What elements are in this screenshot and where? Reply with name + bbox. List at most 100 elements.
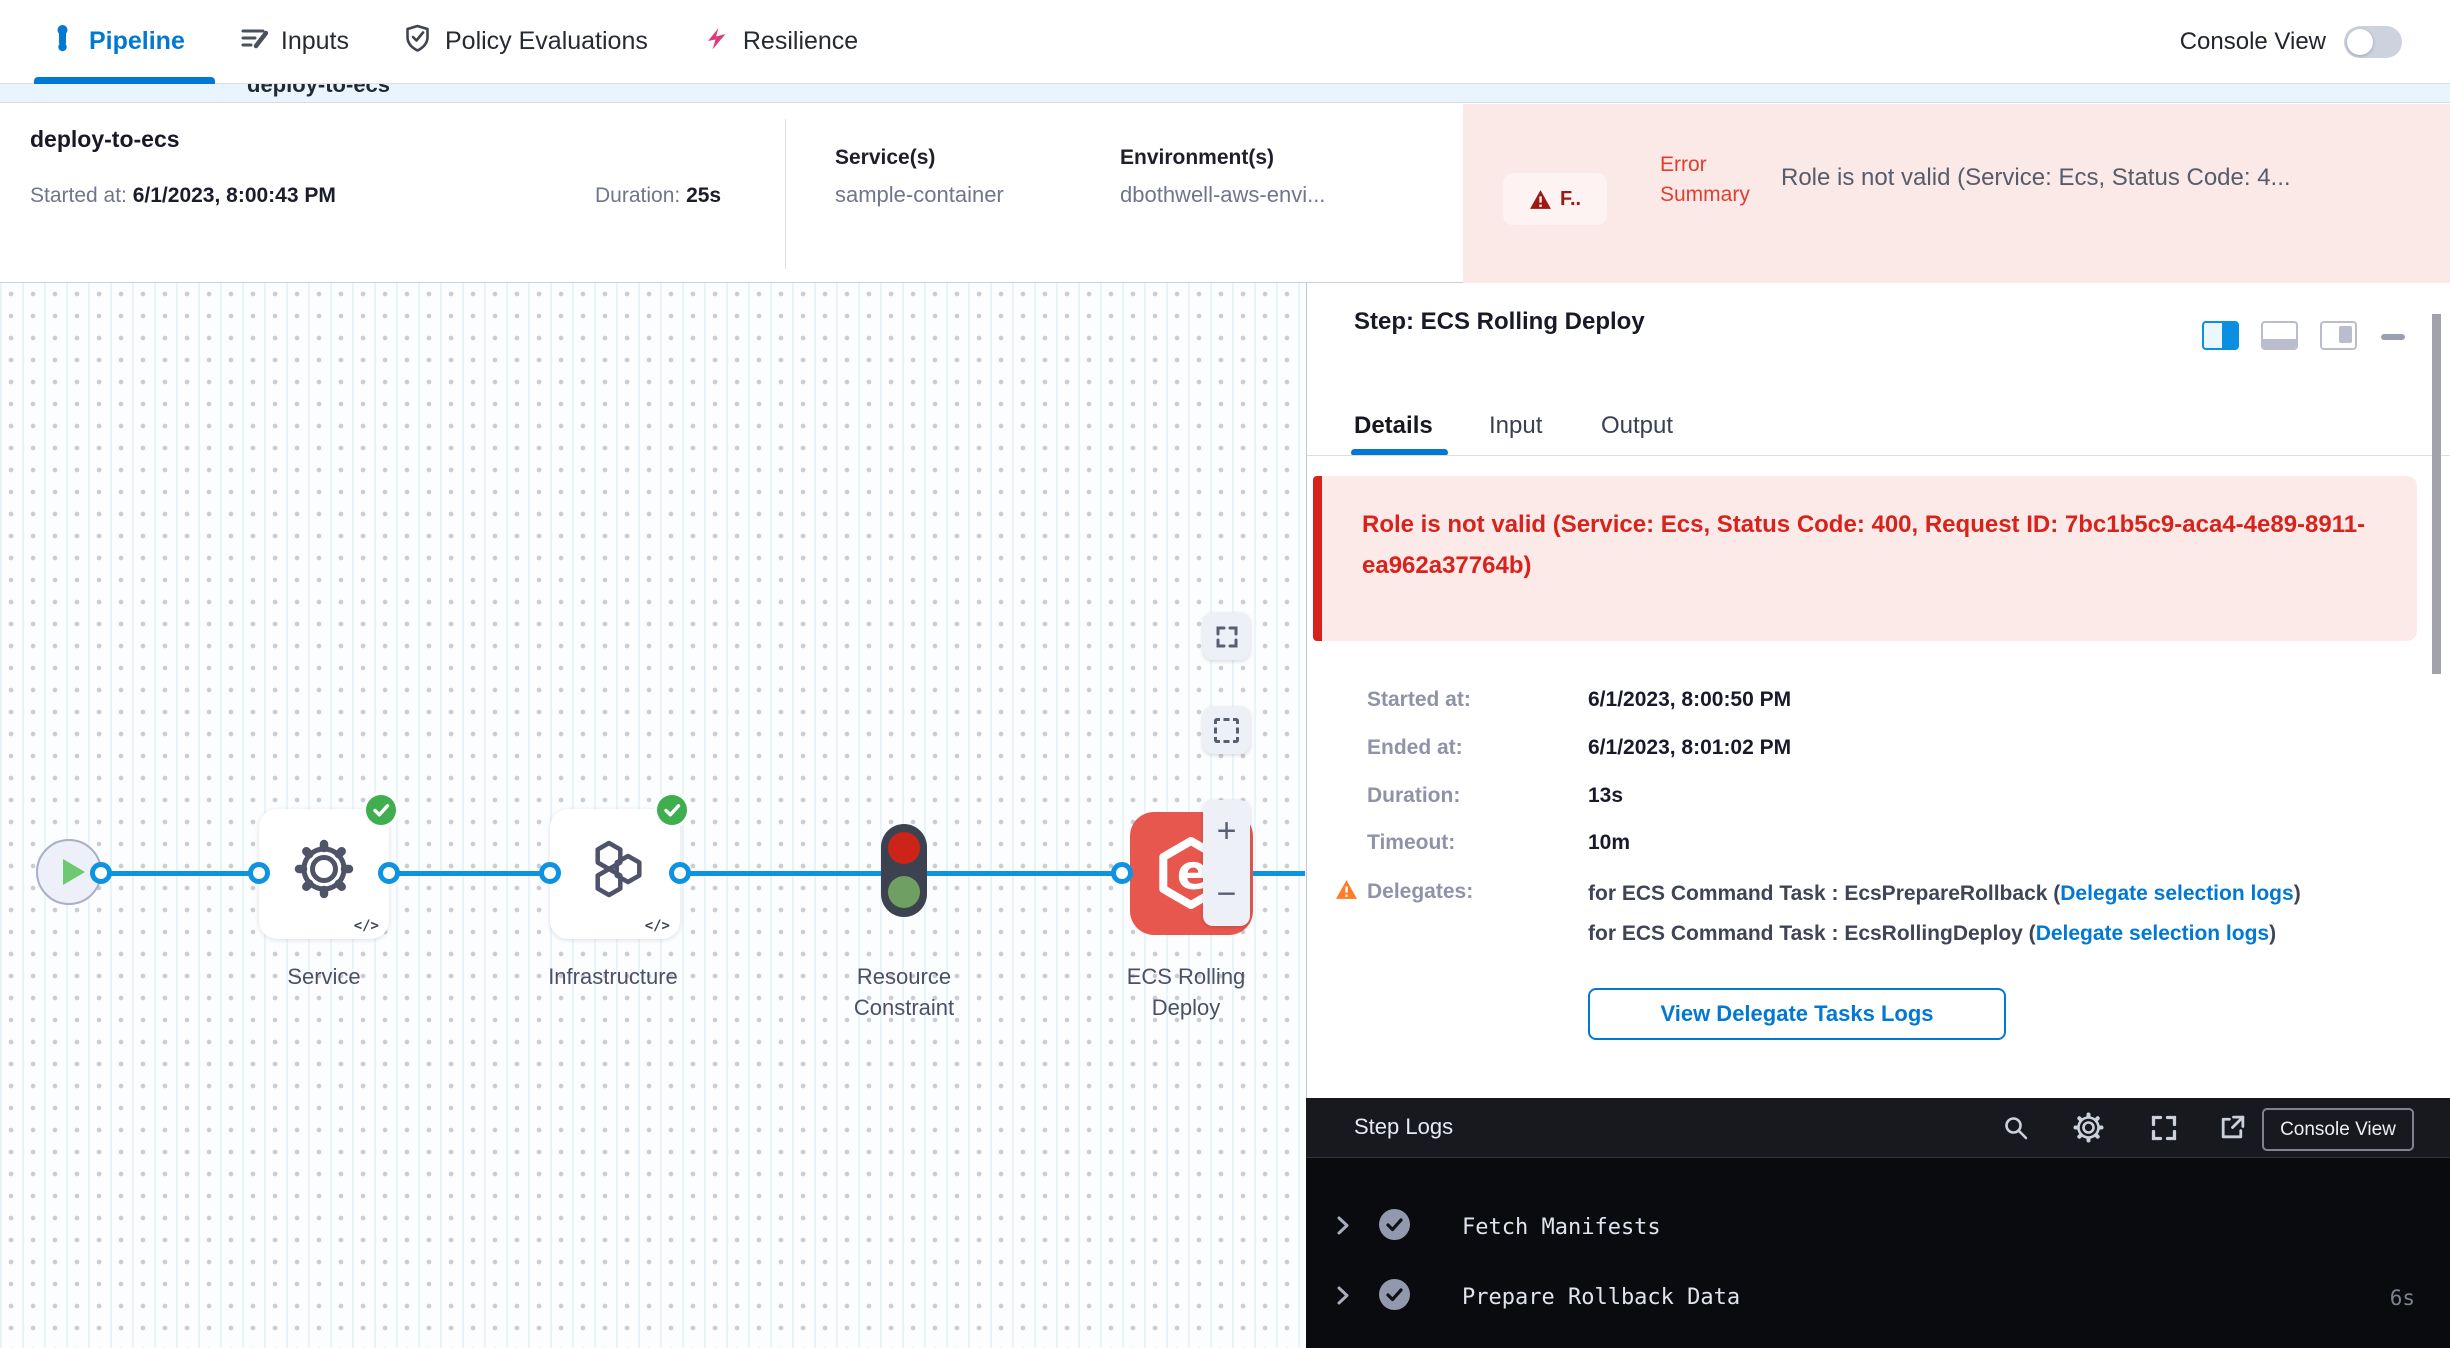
expand-chevron-icon[interactable] bbox=[1330, 1212, 1355, 1239]
step-logs-title: Step Logs bbox=[1354, 1114, 1453, 1140]
services-value[interactable]: sample-container bbox=[835, 182, 1004, 208]
log-row-prepare-rollback-data[interactable]: Prepare Rollback Data bbox=[1462, 1285, 1740, 1310]
delegate-task-2-text: for ECS Command Task : EcsRollingDeploy … bbox=[1588, 922, 2036, 945]
marquee-select-button[interactable] bbox=[1203, 707, 1250, 754]
tab-pipeline[interactable]: Pipeline bbox=[48, 24, 185, 59]
node-infrastructure[interactable]: </> bbox=[550, 809, 680, 939]
expand-logs-icon[interactable] bbox=[2150, 1114, 2178, 1142]
tab-details[interactable]: Details bbox=[1354, 412, 1433, 440]
search-icon[interactable] bbox=[2002, 1114, 2030, 1142]
edge-connector bbox=[669, 862, 691, 884]
toggle-knob bbox=[2347, 29, 2373, 55]
panel-scrollbar[interactable] bbox=[2432, 314, 2441, 674]
pipeline-name: deploy-to-ecs bbox=[30, 126, 180, 153]
step-error-banner: Role is not valid (Service: Ecs, Status … bbox=[1313, 476, 2417, 641]
success-badge bbox=[657, 795, 687, 825]
edge-connector bbox=[90, 862, 112, 884]
pipeline-icon bbox=[48, 24, 76, 59]
log-row-fetch-manifests[interactable]: Fetch Manifests bbox=[1462, 1215, 1661, 1240]
node-label-ecs: ECS Rolling Deploy bbox=[1106, 961, 1266, 1023]
clipped-title: deploy-to-ecs bbox=[247, 84, 2450, 98]
failed-warning-icon bbox=[1529, 189, 1552, 210]
scrolled-content-strip: deploy-to-ecs bbox=[0, 84, 2450, 103]
layout-right-panel-button[interactable] bbox=[2202, 321, 2239, 350]
resilience-icon bbox=[702, 24, 730, 60]
tabs-divider bbox=[1307, 455, 2450, 456]
minimize-panel-button[interactable] bbox=[2381, 334, 2405, 340]
zoom-in-button[interactable]: + bbox=[1203, 800, 1250, 863]
success-badge bbox=[366, 795, 396, 825]
node-resource-constraint[interactable] bbox=[881, 824, 927, 917]
logs-console-view-button[interactable]: Console View bbox=[2262, 1108, 2414, 1151]
error-summary-section: F.. Error Summary Role is not valid (Ser… bbox=[1463, 104, 2450, 283]
delegate-selection-logs-link[interactable]: Delegate selection logs bbox=[2060, 882, 2293, 905]
inputs-icon bbox=[239, 24, 268, 60]
traffic-light-red bbox=[888, 832, 920, 864]
delegate-task-2: for ECS Command Task : EcsRollingDeploy … bbox=[1588, 918, 2336, 949]
step-ended-label: Ended at: bbox=[1367, 736, 1463, 760]
top-nav: Pipeline Inputs Policy E bbox=[0, 0, 2450, 84]
step-duration-label: Duration: bbox=[1367, 784, 1460, 808]
tab-policy-evaluations[interactable]: Policy Evaluations bbox=[403, 23, 648, 60]
node-service[interactable]: </> bbox=[259, 809, 389, 939]
console-view-control: Console View bbox=[2180, 26, 2402, 58]
delegate-selection-logs-link[interactable]: Delegate selection logs bbox=[2036, 922, 2269, 945]
step-started-label: Started at: bbox=[1367, 688, 1471, 712]
fit-to-screen-button[interactable] bbox=[1203, 613, 1250, 660]
tab-inputs-label: Inputs bbox=[281, 27, 349, 56]
log-step-success-icon bbox=[1379, 1279, 1410, 1310]
log-settings-gear-icon[interactable] bbox=[2072, 1111, 2105, 1144]
tab-input[interactable]: Input bbox=[1489, 412, 1542, 440]
tab-output[interactable]: Output bbox=[1601, 412, 1673, 440]
log-row-duration: 6s bbox=[2340, 1286, 2415, 1310]
marquee-icon bbox=[1214, 718, 1239, 743]
environments-value[interactable]: dbothwell-aws-envi... bbox=[1120, 182, 1325, 208]
zoom-control: + − bbox=[1203, 800, 1250, 926]
started-at-value: 6/1/2023, 8:00:43 PM bbox=[133, 184, 336, 207]
edge-connector bbox=[539, 862, 561, 884]
tab-policy-evaluations-label: Policy Evaluations bbox=[445, 27, 648, 56]
pipeline-canvas[interactable]: </> </> bbox=[0, 283, 1305, 1348]
duration: Duration: 25s bbox=[595, 184, 721, 208]
step-ended-value: 6/1/2023, 8:01:02 PM bbox=[1588, 736, 1791, 760]
view-delegate-tasks-logs-button[interactable]: View Delegate Tasks Logs bbox=[1588, 988, 2006, 1040]
layout-bottom-panel-button[interactable] bbox=[2261, 321, 2298, 350]
delegate-task-1: for ECS Command Task : EcsPrepareRollbac… bbox=[1588, 878, 2336, 909]
tab-resilience[interactable]: Resilience bbox=[702, 24, 858, 60]
started-at-label: Started at: bbox=[30, 184, 127, 207]
environments-label: Environment(s) bbox=[1120, 146, 1274, 170]
status-badge-text: F.. bbox=[1560, 188, 1581, 211]
node-label-service: Service bbox=[244, 961, 404, 992]
tab-pipeline-label: Pipeline bbox=[89, 27, 185, 56]
execution-header: deploy-to-ecs Started at: 6/1/2023, 8:00… bbox=[0, 104, 2450, 283]
started-at: Started at: 6/1/2023, 8:00:43 PM bbox=[30, 184, 336, 208]
console-view-toggle[interactable] bbox=[2344, 26, 2402, 58]
pipeline-execution-page: Pipeline Inputs Policy E bbox=[0, 0, 2450, 1348]
play-icon bbox=[63, 859, 85, 885]
step-panel-title: Step: ECS Rolling Deploy bbox=[1354, 308, 1645, 336]
delegates-warning-icon bbox=[1335, 879, 1358, 900]
delegate-task-1-text: for ECS Command Task : EcsPrepareRollbac… bbox=[1588, 882, 2060, 905]
code-glyph: </> bbox=[645, 918, 670, 934]
zoom-out-button[interactable]: − bbox=[1203, 863, 1250, 926]
code-glyph: </> bbox=[354, 918, 379, 934]
hexagons-icon bbox=[583, 837, 647, 901]
header-divider bbox=[785, 119, 786, 269]
step-duration-value: 13s bbox=[1588, 784, 1623, 808]
delegates-info: for ECS Command Task : EcsPrepareRollbac… bbox=[1588, 878, 2336, 958]
gear-icon bbox=[292, 837, 356, 901]
tab-inputs[interactable]: Inputs bbox=[239, 24, 349, 60]
step-timeout-value: 10m bbox=[1588, 831, 1630, 855]
node-label-infrastructure: Infrastructure bbox=[518, 961, 708, 992]
services-label: Service(s) bbox=[835, 146, 935, 170]
step-started-value: 6/1/2023, 8:00:50 PM bbox=[1588, 688, 1791, 712]
traffic-light-green bbox=[888, 876, 920, 908]
delegate-task-2-suffix: ) bbox=[2269, 922, 2276, 945]
log-step-success-icon bbox=[1379, 1209, 1410, 1240]
layout-floating-panel-button[interactable] bbox=[2320, 321, 2357, 350]
duration-value: 25s bbox=[686, 184, 721, 207]
expand-chevron-icon[interactable] bbox=[1330, 1282, 1355, 1309]
open-in-new-window-icon[interactable] bbox=[2218, 1113, 2247, 1142]
shield-check-icon bbox=[403, 23, 432, 60]
duration-label: Duration: bbox=[595, 184, 680, 207]
